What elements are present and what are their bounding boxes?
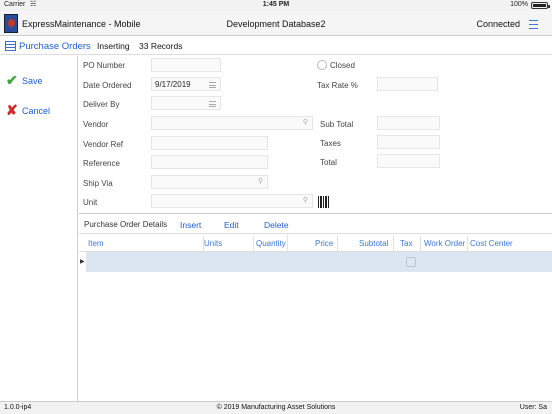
user-label: User: Sa xyxy=(519,404,547,411)
details-toolbar: Purchase Order Details Insert Edit Delet… xyxy=(79,214,552,234)
cancel-label: Cancel xyxy=(22,106,51,116)
date-picker-icon[interactable] xyxy=(209,82,216,88)
date-ordered-label: Date Ordered xyxy=(83,81,132,90)
barcode-icon[interactable] xyxy=(318,196,330,208)
tax-rate-field[interactable] xyxy=(377,77,438,91)
search-icon[interactable]: ⚲ xyxy=(303,196,308,204)
vendor-ref-label: Vendor Ref xyxy=(83,140,124,149)
closed-checkbox[interactable] xyxy=(317,60,327,70)
po-number-field[interactable] xyxy=(151,58,221,72)
reference-label: Reference xyxy=(83,159,120,168)
search-icon[interactable]: ⚲ xyxy=(303,118,308,126)
column-quantity[interactable]: Quantity xyxy=(256,239,286,248)
unit-field[interactable]: ⚲ xyxy=(151,194,313,208)
ship-via-field[interactable]: ⚲ xyxy=(151,175,268,189)
table-row[interactable] xyxy=(86,252,552,272)
column-units[interactable]: Units xyxy=(204,239,222,248)
vendor-field[interactable]: ⚲ xyxy=(151,116,313,130)
sub-total-label: Sub Total xyxy=(320,120,354,129)
deliver-by-label: Deliver By xyxy=(83,100,120,109)
deliver-by-field[interactable] xyxy=(151,96,221,110)
record-count: 33 Records xyxy=(139,41,183,51)
closed-label: Closed xyxy=(330,61,355,70)
insert-button[interactable]: Insert xyxy=(180,220,201,230)
footer-bar: 1.0.0-ip4 © 2019 Manufacturing Asset Sol… xyxy=(0,401,552,414)
tax-rate-label: Tax Rate % xyxy=(317,81,358,90)
reference-field[interactable] xyxy=(151,155,268,169)
column-work-order[interactable]: Work Order xyxy=(424,239,465,248)
column-tax[interactable]: Tax xyxy=(400,239,412,248)
column-item[interactable]: Item xyxy=(88,239,104,248)
menu-icon[interactable] xyxy=(529,20,538,29)
connection-status: Connected xyxy=(476,19,520,29)
column-subtotal[interactable]: Subtotal xyxy=(359,239,388,248)
save-label: Save xyxy=(22,76,43,86)
total-field xyxy=(377,154,440,168)
date-ordered-value: 9/17/2019 xyxy=(155,80,191,89)
delete-button[interactable]: Delete xyxy=(264,220,289,230)
battery-percent: 100% xyxy=(510,1,528,8)
device-status-bar: Carrier ☵ 1:45 PM 100% xyxy=(0,0,552,11)
date-ordered-field[interactable]: 9/17/2019 xyxy=(151,77,221,91)
column-price[interactable]: Price xyxy=(315,239,333,248)
action-sidebar: ✔ Save ✘ Cancel xyxy=(0,56,78,401)
date-picker-icon[interactable] xyxy=(209,101,216,107)
vendor-ref-field[interactable] xyxy=(151,136,268,150)
form-title[interactable]: Purchase Orders xyxy=(19,41,91,52)
sub-total-field xyxy=(377,116,440,130)
edit-button[interactable]: Edit xyxy=(224,220,239,230)
details-title: Purchase Order Details xyxy=(84,220,168,229)
column-cost-center[interactable]: Cost Center xyxy=(470,239,513,248)
clock: 1:45 PM xyxy=(262,1,290,8)
purchase-order-form: PO Number Date Ordered 9/17/2019 Deliver… xyxy=(79,56,552,212)
edit-mode: Inserting xyxy=(97,41,130,51)
po-number-label: PO Number xyxy=(83,61,126,70)
battery-icon xyxy=(531,2,550,9)
tax-checkbox[interactable] xyxy=(406,257,416,267)
unit-label: Unit xyxy=(83,198,98,207)
ship-via-label: Ship Via xyxy=(83,179,113,188)
checkmark-icon: ✔ xyxy=(6,72,18,88)
current-row-arrow-icon: ▶ xyxy=(80,259,85,265)
taxes-field xyxy=(377,135,440,149)
app-title-bar: ExpressMaintenance - Mobile Development … xyxy=(0,11,552,36)
taxes-label: Taxes xyxy=(320,139,341,148)
total-label: Total xyxy=(320,158,337,167)
form-list-icon xyxy=(5,41,16,51)
search-icon[interactable]: ⚲ xyxy=(258,177,263,185)
grid-header: Item Units Quantity Price Subtotal Tax W… xyxy=(79,235,552,252)
database-name: Development Database2 xyxy=(226,19,326,29)
purchase-order-details: Purchase Order Details Insert Edit Delet… xyxy=(79,213,552,401)
vendor-label: Vendor xyxy=(83,120,109,129)
close-icon: ✘ xyxy=(6,102,18,118)
copyright-label: © 2019 Manufacturing Asset Solutions xyxy=(216,404,336,411)
form-header: Purchase Orders Inserting 33 Records xyxy=(0,37,552,55)
